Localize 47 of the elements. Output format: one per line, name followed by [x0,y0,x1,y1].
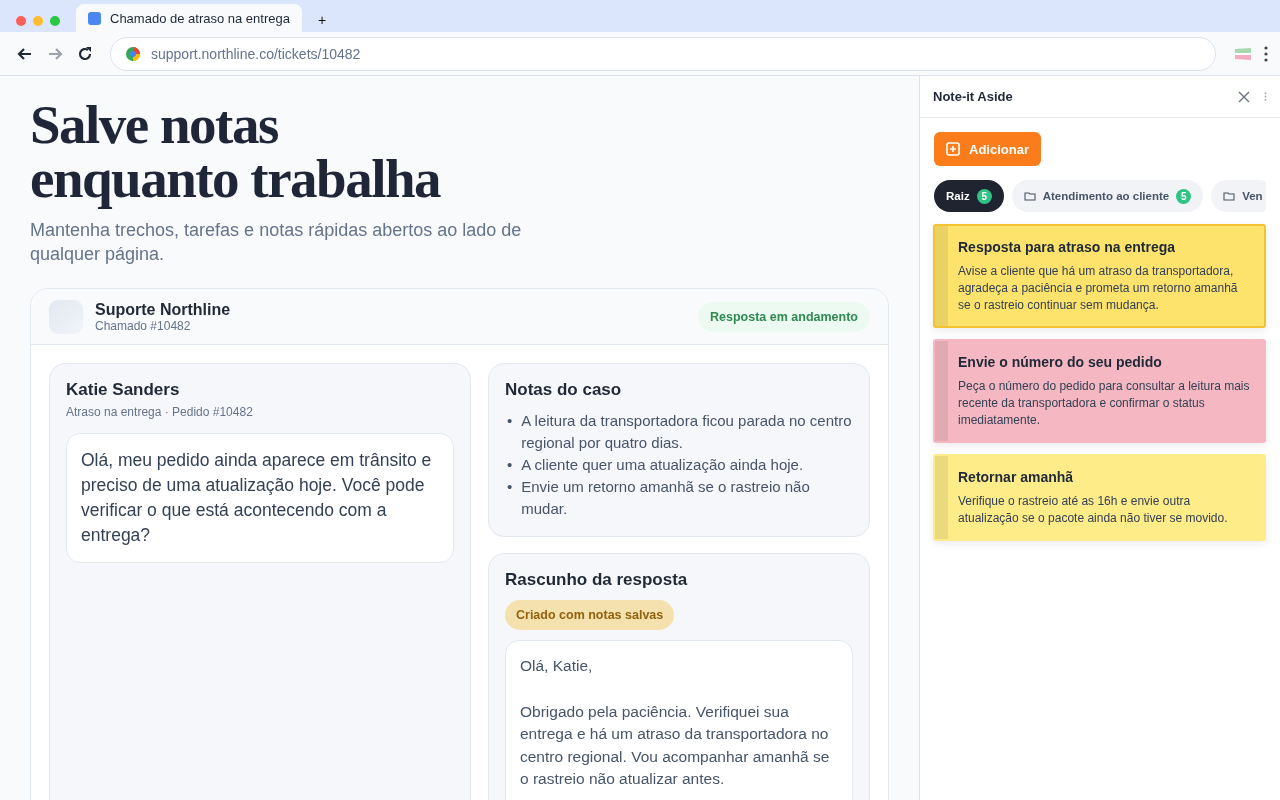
folder-icon [1023,191,1036,201]
address-bar[interactable]: support.northline.co/tickets/10482 [110,36,1216,71]
customer-meta: Atraso na entrega · Pedido #10482 [66,405,254,419]
panel-title: Rascunho da resposta [505,570,689,590]
site-icon [125,45,141,62]
note-text: Peça o número do pedido para consultar a leitura mais recente da transportadora e confirmar o status imediatamente. [958,378,1251,429]
brand-name: Suporte Northline [95,300,232,319]
panel-title: Notas do caso [505,380,623,400]
new-tab-button[interactable]: + [318,12,327,28]
more-icon[interactable] [1264,45,1268,62]
ticket-number: Chamado #10482 [95,318,192,333]
url-text: support.northline.co/tickets/10482 [151,45,361,62]
browser-tab[interactable]: Chamado de atraso na entrega [76,4,302,32]
note-item: Envie um retorno amanhã se o rastreio não mudar. [521,477,811,519]
extension-icon[interactable] [1234,46,1252,61]
bullet: • [507,477,513,497]
bullet: • [507,455,513,475]
close-icon[interactable] [1238,90,1250,103]
note-text: Verifique o rastreio até as 16h e envie outra atualização se o pacote ainda não tiver se movido. [958,493,1229,527]
folder-tab[interactable]: Ven [1211,180,1266,212]
note-title: Resposta para atraso na entrega [958,239,1177,255]
draft-badge: Criado com notas salvas [505,600,675,630]
status-badge: Resposta em andamento [698,301,870,332]
count-badge: 5 [976,188,992,204]
count-badge: 5 [1176,188,1192,204]
note-card[interactable]: Resposta para atraso na entrega Avise a cliente que há um atraso da transportadora, agradeça a paciência e prometa um retorno amanhã se o rastreio continuar sem mudança. [933,224,1266,328]
bullet: • [507,411,513,431]
draft-paragraph: Olá, Katie, [520,656,594,676]
draft-paragraph: Obrigado pela paciência. Verifiquei sua entrega e há um atraso da transportadora no centro regional. Vou acompanhar amanhã se o rastreio não atualizar antes. [520,701,831,789]
customer-name: Katie Sanders [66,380,181,400]
note-card[interactable]: Envie o número do seu pedido Peça o número do pedido para consultar a leitura mais recente da transportadora e confirmar o status imediatamente. [933,339,1266,443]
note-title: Retornar amanhã [958,469,1075,485]
reload-icon[interactable] [76,44,94,63]
folder-tab[interactable]: Raiz 5 [934,180,1004,212]
folder-tab[interactable]: Atendimento ao cliente 5 [1011,180,1204,212]
customer-message: Olá, meu pedido ainda aparece em trânsito e preciso de uma atualização hoje. Você pode verificar o que está acontecendo com a entrega? [66,433,454,563]
draft-text-field[interactable]: Olá, Katie, Obrigado pela paciência. Verifiquei sua entrega e há um atraso da transportadora no centro regional. Vou acompanhar amanhã se o rastreio não atualizar antes. [505,640,853,800]
plus-icon [946,142,960,156]
panel-title: Note-it Aside [933,89,1014,104]
note-item: A cliente quer uma atualização ainda hoje. [521,455,804,475]
note-item: A leitura da transportadora ficou parada no centro regional por quatro dias. [521,411,853,453]
hero-subtitle: Mantenha trechos, tarefas e notas rápidas abertos ao lado de qualquer página. [30,219,523,266]
note-title: Envie o número do seu pedido [958,354,1163,370]
note-text: Avise a cliente que há um atraso da transportadora, agradeça a paciência e prometa um retorno amanhã se o rastreio continuar sem mudança. [958,263,1239,314]
favicon-icon [88,11,101,25]
note-card[interactable]: Retornar amanhã Verifique o rastreio até as 16h e envie outra atualização se o pacote ainda não tiver se movido. [933,454,1266,541]
folder-icon [1223,191,1236,201]
